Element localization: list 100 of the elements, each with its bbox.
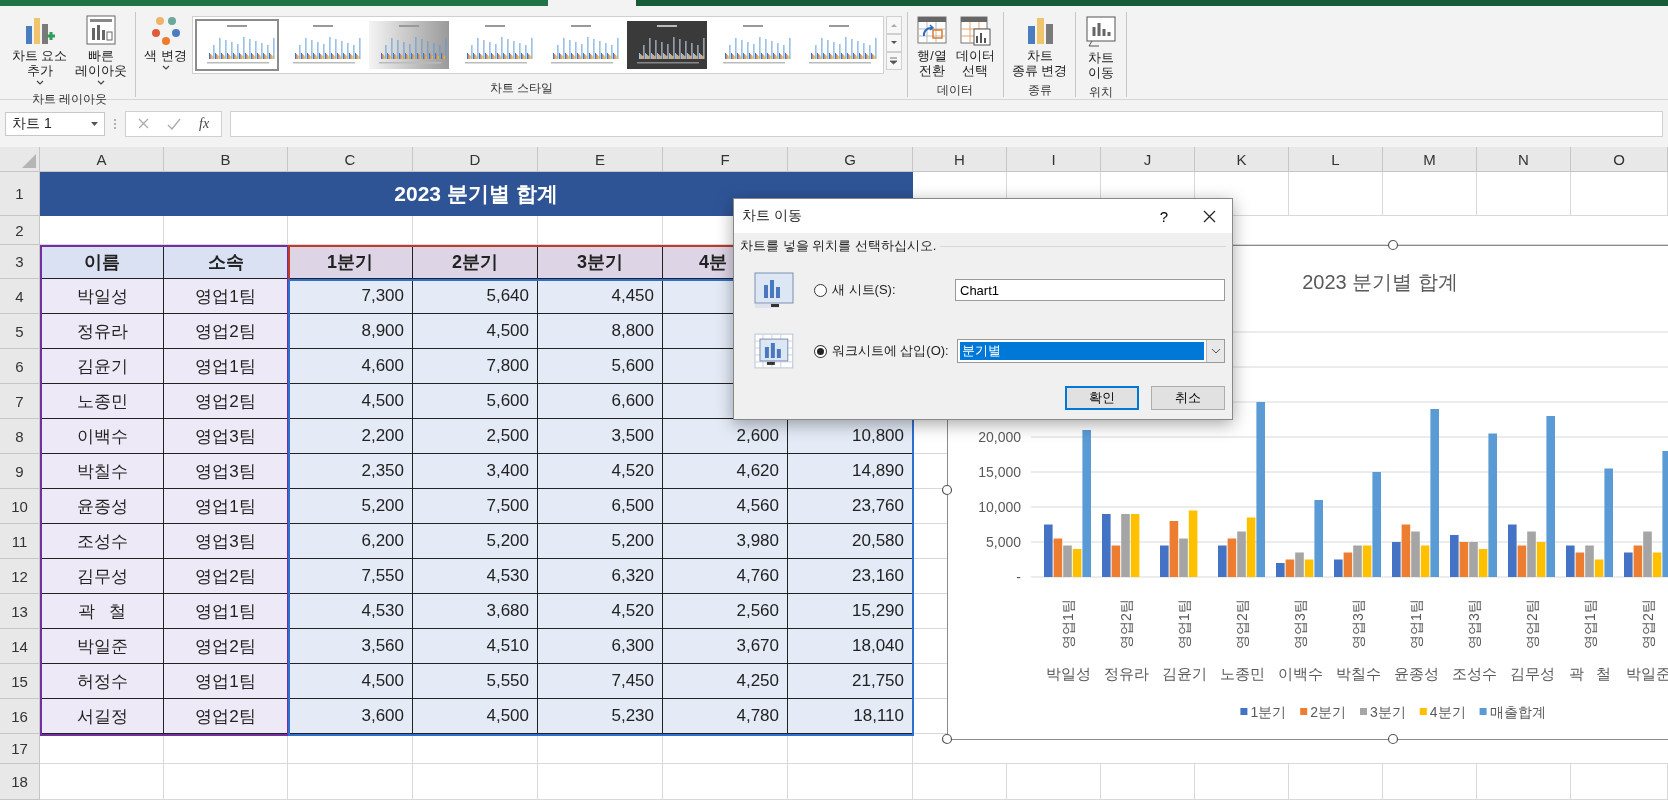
sheet-cell[interactable] [663,764,788,800]
table-cell: 7,450 [538,664,663,699]
sheet-cell[interactable] [1571,764,1668,800]
sheet-cell[interactable] [663,734,788,764]
sheet-cell[interactable] [538,216,663,245]
row-number[interactable]: 4 [0,279,40,314]
sheet-cell[interactable] [288,216,413,245]
sheet-cell[interactable] [164,764,288,800]
sheet-select[interactable]: 분기별 [956,339,1225,363]
row-number[interactable]: 15 [0,664,40,699]
sheet-cell[interactable] [164,734,288,764]
row-number[interactable]: 16 [0,699,40,734]
row-number[interactable]: 9 [0,454,40,489]
ribbon-button[interactable]: 색 변경 [141,12,190,75]
resize-handle[interactable] [941,484,953,496]
sheet-cell[interactable] [788,734,913,764]
sheet-cell[interactable] [788,764,913,800]
resize-handle[interactable] [1387,239,1399,251]
sheet-cell[interactable] [40,216,164,245]
check-icon[interactable] [167,117,181,130]
column-header[interactable]: K [1195,147,1289,172]
sheet-cell[interactable] [1289,172,1383,216]
dialog-button[interactable]: 확인 [1065,386,1139,410]
name-box[interactable]: 차트 1 [5,111,105,136]
sheet-cell[interactable] [1383,764,1477,800]
ribbon-button[interactable]: 빠른 레이아웃 [72,12,131,90]
ribbon-button[interactable]: 데이터 선택 [952,12,998,81]
column-heading: 이름 [40,245,164,279]
sheet-cell[interactable] [40,764,164,800]
sheet-cell[interactable] [913,764,1007,800]
row-number[interactable]: 10 [0,489,40,524]
row-number[interactable]: 7 [0,384,40,419]
row-number[interactable]: 2 [0,216,40,245]
row-number[interactable]: 18 [0,764,40,800]
sheet-cell[interactable] [1571,172,1668,216]
radio-button[interactable] [813,344,827,358]
gallery-up-button[interactable] [885,16,902,34]
row-number[interactable]: 13 [0,594,40,629]
row-number[interactable]: 6 [0,349,40,384]
dialog-button[interactable]: 취소 [1151,386,1225,410]
ribbon-button[interactable]: 차트 이동 [1081,12,1122,83]
sheet-cell[interactable] [1289,764,1383,800]
sheet-cell[interactable] [40,734,164,764]
ribbon-button[interactable]: 차트 요소 추가 [9,12,71,90]
triangle-down-icon [889,40,898,46]
column-header[interactable]: M [1383,147,1477,172]
ribbon-button[interactable]: 행/열 전환 [912,12,951,81]
sheet-cell[interactable] [538,764,663,800]
column-header[interactable]: C [288,147,413,172]
row-number[interactable]: 14 [0,629,40,664]
category-label: 영업1팀 [1176,599,1192,649]
column-header[interactable]: D [413,147,538,172]
select-all-icon[interactable] [22,154,36,168]
column-header[interactable]: L [1289,147,1383,172]
row-number[interactable]: 1 [0,172,40,216]
resize-handle[interactable] [1387,733,1399,745]
sheet-cell[interactable] [164,216,288,245]
sheet-cell[interactable] [413,734,538,764]
sheet-cell[interactable] [1383,172,1477,216]
resize-handle[interactable] [941,733,953,745]
row-number[interactable]: 17 [0,734,40,764]
column-header[interactable]: E [538,147,663,172]
sheet-cell[interactable] [413,764,538,800]
sheet-cell[interactable] [1195,764,1289,800]
table-cell: 영업3팀 [164,524,288,559]
table-cell: 윤종성 [40,489,164,524]
cancel-icon[interactable] [138,118,149,129]
formula-field[interactable] [230,110,1663,137]
sheet-cell[interactable] [1477,764,1571,800]
sheet-cell[interactable] [1007,764,1101,800]
column-header[interactable]: A [40,147,164,172]
gallery-more-button[interactable] [885,52,902,70]
column-header[interactable]: G [788,147,913,172]
row-number[interactable]: 3 [0,245,40,279]
help-button[interactable]: ? [1142,199,1186,233]
sheet-cell[interactable] [288,734,413,764]
row-number[interactable]: 8 [0,419,40,454]
row-number[interactable]: 11 [0,524,40,559]
sheet-cell[interactable] [413,216,538,245]
sheet-cell[interactable] [288,764,413,800]
category-label: 영업1팀 [1408,599,1424,649]
sheet-cell[interactable] [538,734,663,764]
column-header[interactable]: B [164,147,288,172]
ribbon-button[interactable]: 차트 종류 변경 [1008,12,1071,81]
sheet-name-field[interactable]: Chart1 [955,279,1225,301]
row-number[interactable]: 12 [0,559,40,594]
column-header[interactable]: N [1477,147,1571,172]
column-header[interactable]: F [663,147,788,172]
radio-button[interactable] [814,283,827,297]
bar [1130,514,1140,577]
sheet-cell[interactable] [1477,172,1571,216]
column-header[interactable]: O [1571,147,1668,172]
table-cell: 3,400 [413,454,538,489]
column-header[interactable]: I [1007,147,1101,172]
column-header[interactable]: H [913,147,1007,172]
column-header[interactable]: J [1101,147,1195,172]
sheet-cell[interactable] [1101,764,1195,800]
insert-function-button[interactable]: fx [199,115,210,132]
row-number[interactable]: 5 [0,314,40,349]
table-cell: 2,200 [288,419,413,454]
